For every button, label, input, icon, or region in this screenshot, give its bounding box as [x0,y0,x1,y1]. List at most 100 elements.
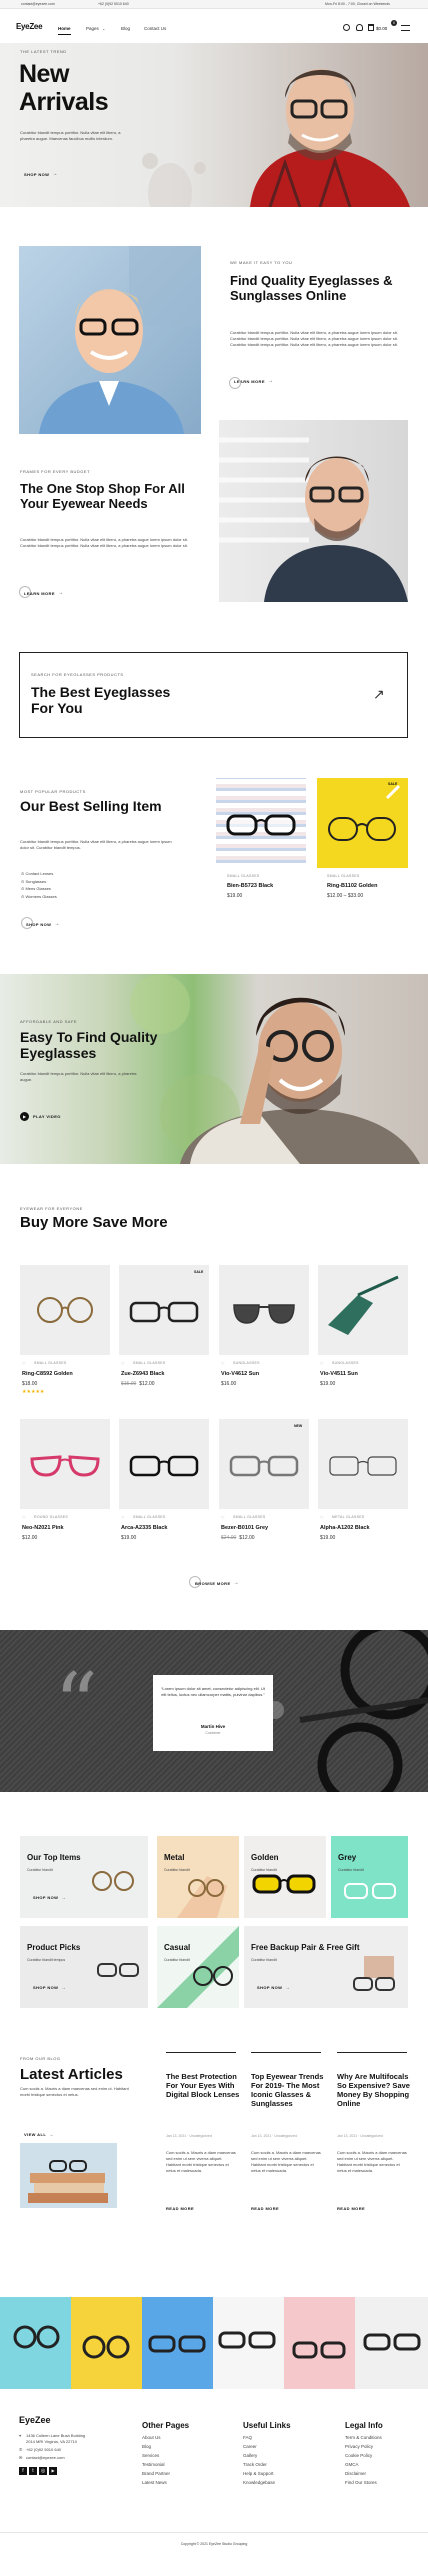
best-list-item[interactable]: ⊙ Contact Lenses ⊙ Sunglasses ⊙ Mens Gla… [21,870,57,900]
category-shop-button[interactable]: SHOP NOW → [33,1985,66,1990]
product-title[interactable]: Ring-C8592 Golden [22,1371,73,1377]
instagram-icon[interactable]: ◎ [39,2467,47,2475]
arrow-up-right-icon[interactable]: ↗ [373,686,385,703]
product-title[interactable]: Arca-A2335 Black [121,1525,167,1531]
footer-link[interactable]: Find Our Stores [345,2478,382,2487]
list-item[interactable]: ⊙ Womens Glasses [21,893,57,901]
cart-total[interactable]: $0.00 [376,26,387,31]
footer-link[interactable]: Testimonial [142,2460,170,2469]
footer-link[interactable]: Career [243,2442,275,2451]
site-logo[interactable]: EyeZee [16,22,43,31]
nav-pages[interactable]: Pages [86,26,99,31]
category-card-free-backup[interactable] [244,1926,408,2008]
category-card-top-items[interactable] [20,1836,148,1918]
search-icon[interactable] [343,24,350,31]
category-card-grey[interactable] [331,1836,408,1918]
wishlist-icon[interactable]: ♡ [121,1515,125,1520]
nav-home[interactable]: Home [58,26,71,31]
wishlist-icon[interactable]: ♡ [221,1361,225,1366]
product-image[interactable] [219,1265,309,1355]
footer-link[interactable]: GMCA [345,2460,382,2469]
footer-link[interactable]: Term & Conditions [345,2433,382,2442]
product-title[interactable]: Bezer-B0101 Grey [221,1525,268,1531]
product-image[interactable] [20,1265,110,1355]
product-title[interactable]: Bien-B5723 Black [227,883,273,889]
product-image[interactable] [119,1419,209,1509]
footer-link[interactable]: Privacy Policy [345,2442,382,2451]
read-more-link[interactable]: READ MORE [166,2206,194,2211]
browse-more-button[interactable]: BROWSE MORE → [195,1580,239,1586]
product-image[interactable] [216,778,306,868]
best-shop-now-button[interactable]: SHOP NOW → [26,921,60,927]
category-card-casual[interactable] [157,1926,239,2008]
footer-link[interactable]: About Us [142,2433,170,2442]
category-card-golden[interactable] [244,1836,326,1918]
footer-link[interactable]: Help & Support [243,2469,275,2478]
footer-logo[interactable]: EyeZee [19,2415,51,2425]
footer-link[interactable]: Latest News [142,2478,170,2487]
product-old-price: $24.00 [221,1535,237,1541]
category-title: Casual [164,1943,191,1952]
list-item[interactable]: ⊙ Sunglasses [21,878,57,886]
product-image[interactable] [119,1265,209,1355]
wishlist-icon[interactable]: ♡ [121,1361,125,1366]
footer-link[interactable]: Brand Partner [142,2469,170,2478]
footer-email[interactable]: contact@eyezee.com [26,2455,65,2460]
product-image[interactable] [219,1419,309,1509]
list-item[interactable]: ⊙ Mens Glasses [21,885,57,893]
footer-link[interactable]: Track Order [243,2460,275,2469]
nav-blog[interactable]: Blog [121,26,130,31]
footer-link[interactable]: Disclaimer [345,2469,382,2478]
topbar-phone[interactable]: +62 (0)92 5010 640 [98,2,129,6]
footer-link[interactable]: FAQ [243,2433,275,2442]
product-image[interactable] [317,778,408,868]
product-badge: SALE [194,1270,204,1274]
wishlist-icon[interactable]: ♡ [22,1361,26,1366]
footer-link[interactable]: Services [142,2451,170,2460]
footer-link[interactable]: Gallery [243,2451,275,2460]
blog-post-meta: Jan 13, 2021 · Uncategorized [166,2134,212,2138]
product-title[interactable]: Zue-Z6943 Black [121,1371,164,1377]
menu-icon[interactable] [401,25,410,31]
wishlist-icon[interactable]: ♡ [221,1515,225,1520]
footer-link[interactable]: Blog [142,2442,170,2451]
list-item[interactable]: ⊙ Contact Lenses [21,870,57,878]
twitter-icon[interactable]: t [29,2467,37,2475]
product-image[interactable] [20,1419,110,1509]
product-title[interactable]: Vio-V4612 Sun [221,1371,259,1377]
product-category: SUNGLASSES [233,1361,260,1365]
blog-post-title[interactable]: Why Are Multifocals So Expensive? Save M… [337,2072,411,2108]
product-title[interactable]: Ring-B1102 Golden [327,883,377,889]
wishlist-icon[interactable]: ♡ [320,1361,324,1366]
footer-link[interactable]: Cookie Policy [345,2451,382,2460]
youtube-icon[interactable]: ▶ [49,2467,57,2475]
category-shop-button[interactable]: SHOP NOW → [257,1985,290,1990]
facebook-icon[interactable]: f [19,2467,27,2475]
footer-link[interactable]: Knowledgebase [243,2478,275,2487]
category-card-product-picks[interactable] [20,1926,148,2008]
nav-contact[interactable]: Contact Us [144,26,166,31]
cart-icon[interactable] [368,24,374,31]
user-icon[interactable] [356,24,363,31]
product-title[interactable]: Vio-V4511 Sun [320,1371,358,1377]
read-more-link[interactable]: READ MORE [251,2206,279,2211]
play-icon[interactable]: ▶ [20,1112,29,1121]
category-card-metal[interactable] [157,1836,239,1918]
product-image[interactable] [318,1265,408,1355]
hero-shop-now-button[interactable]: SHOP NOW → [24,171,58,177]
product-image[interactable] [318,1419,408,1509]
play-video-button[interactable]: PLAY VIDEO [33,1114,61,1119]
wishlist-icon[interactable]: ♡ [22,1515,26,1520]
blog-view-all-button[interactable]: VIEW ALL → [24,2132,54,2137]
category-shop-button[interactable]: SHOP NOW → [33,1895,66,1900]
star-rating: ★★★★★ [22,1389,45,1395]
topbar-email[interactable]: contact@eyezee.com [21,2,55,6]
product-title[interactable]: Alpha-A1202 Black [320,1525,370,1531]
product-title[interactable]: Neo-N2021 Pink [22,1525,64,1531]
onestop-learn-more-button[interactable]: LEARN MORE → [24,590,63,596]
blog-post-title[interactable]: Top Eyewear Trends For 2019- The Most Ic… [251,2072,325,2108]
wishlist-icon[interactable]: ♡ [320,1515,324,1520]
blog-post-title[interactable]: The Best Protection For Your Eyes With D… [166,2072,240,2099]
read-more-link[interactable]: READ MORE [337,2206,365,2211]
footer-phone[interactable]: +62 (0)92 5010 640 [26,2447,61,2452]
